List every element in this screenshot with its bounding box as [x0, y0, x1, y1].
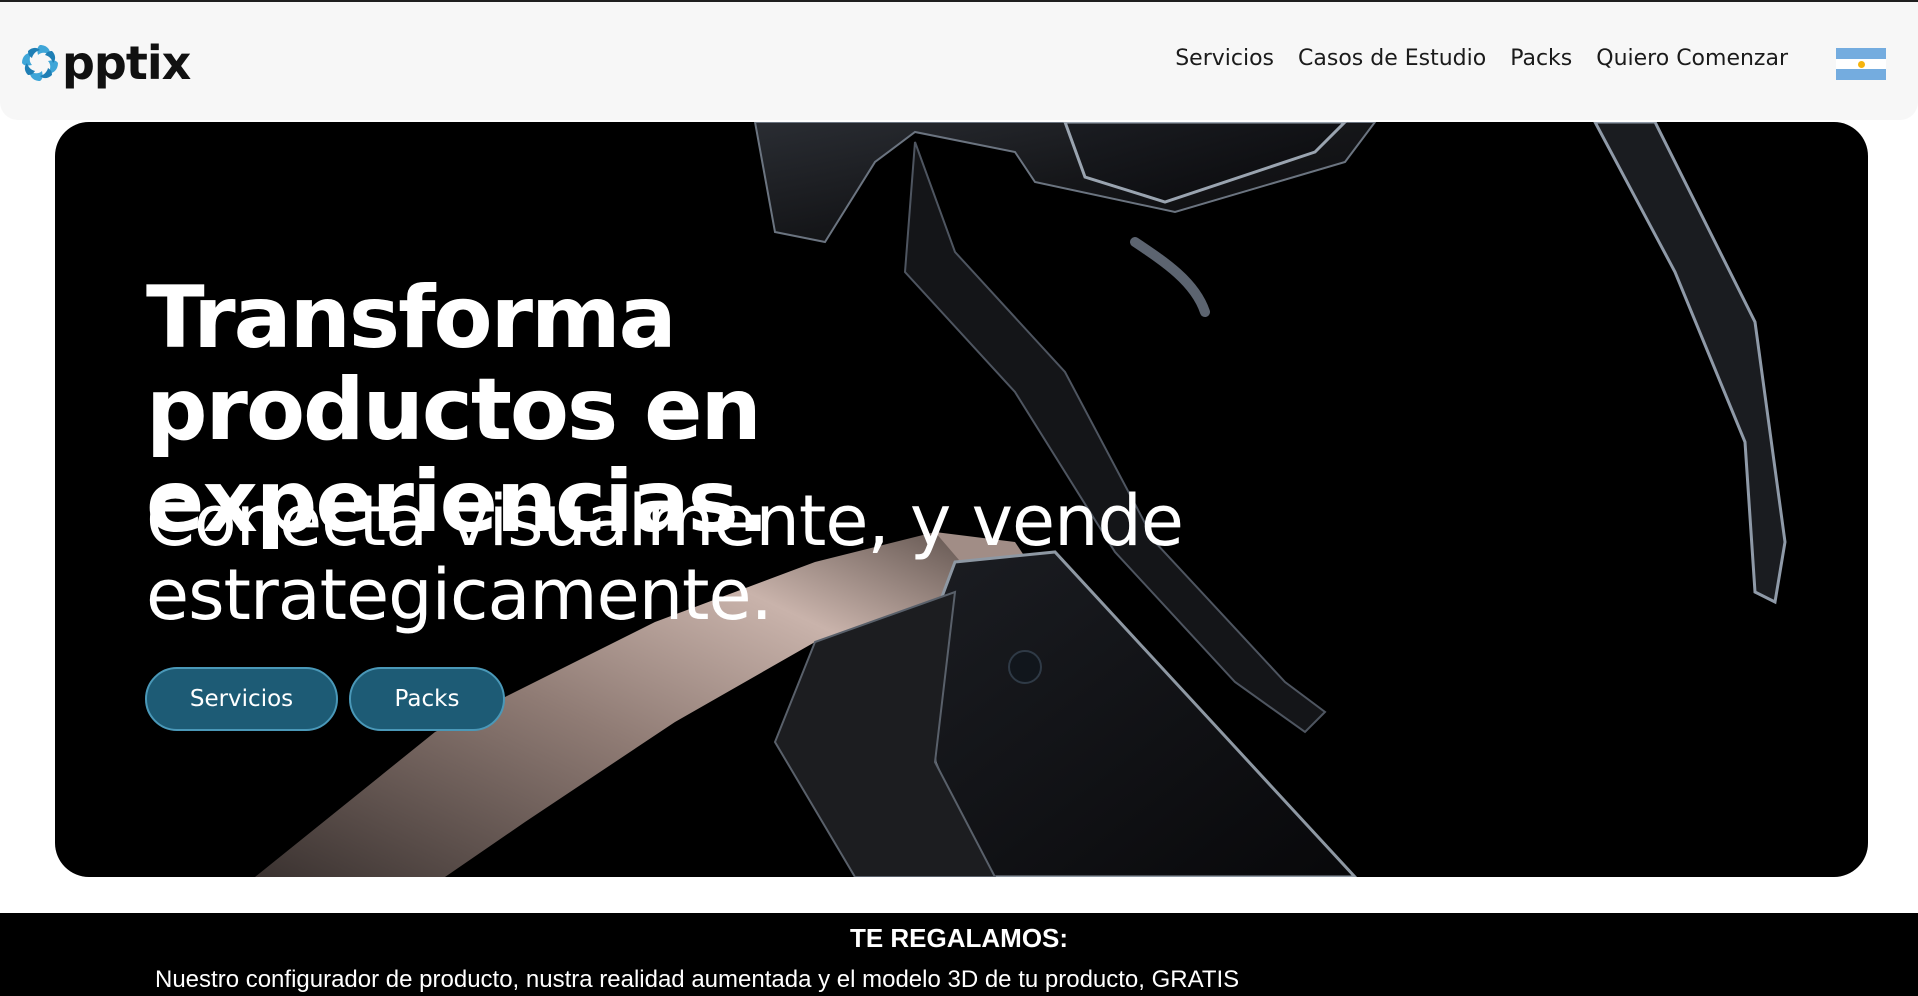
hero-section: Transforma productos en experiencias. Co…: [55, 122, 1868, 877]
argentina-flag-icon[interactable]: [1836, 48, 1886, 80]
logo-swirl-icon: [20, 43, 60, 83]
banner-text: Nuestro configurador de producto, nustra…: [155, 966, 1240, 993]
promo-banner: TE REGALAMOS: Nuestro configurador de pr…: [0, 913, 1918, 996]
nav-link-servicios[interactable]: Servicios: [1175, 46, 1274, 71]
main-nav: Servicios Casos de Estudio Packs Quiero …: [1175, 46, 1788, 71]
site-header: pptix Servicios Casos de Estudio Packs Q…: [0, 2, 1918, 120]
servicios-button[interactable]: Servicios: [145, 667, 338, 731]
banner-title: TE REGALAMOS:: [849, 923, 1069, 953]
hero-subtitle: Conecta visualmente, y vende estrategica…: [146, 480, 1184, 636]
logo[interactable]: pptix: [20, 36, 191, 90]
nav-link-packs[interactable]: Packs: [1510, 46, 1572, 71]
nav-link-casos-de-estudio[interactable]: Casos de Estudio: [1298, 46, 1486, 71]
logo-text: pptix: [62, 36, 191, 90]
hero-buttons: Servicios Packs: [145, 667, 505, 731]
packs-button[interactable]: Packs: [349, 667, 505, 731]
nav-link-quiero-comenzar[interactable]: Quiero Comenzar: [1596, 46, 1788, 71]
